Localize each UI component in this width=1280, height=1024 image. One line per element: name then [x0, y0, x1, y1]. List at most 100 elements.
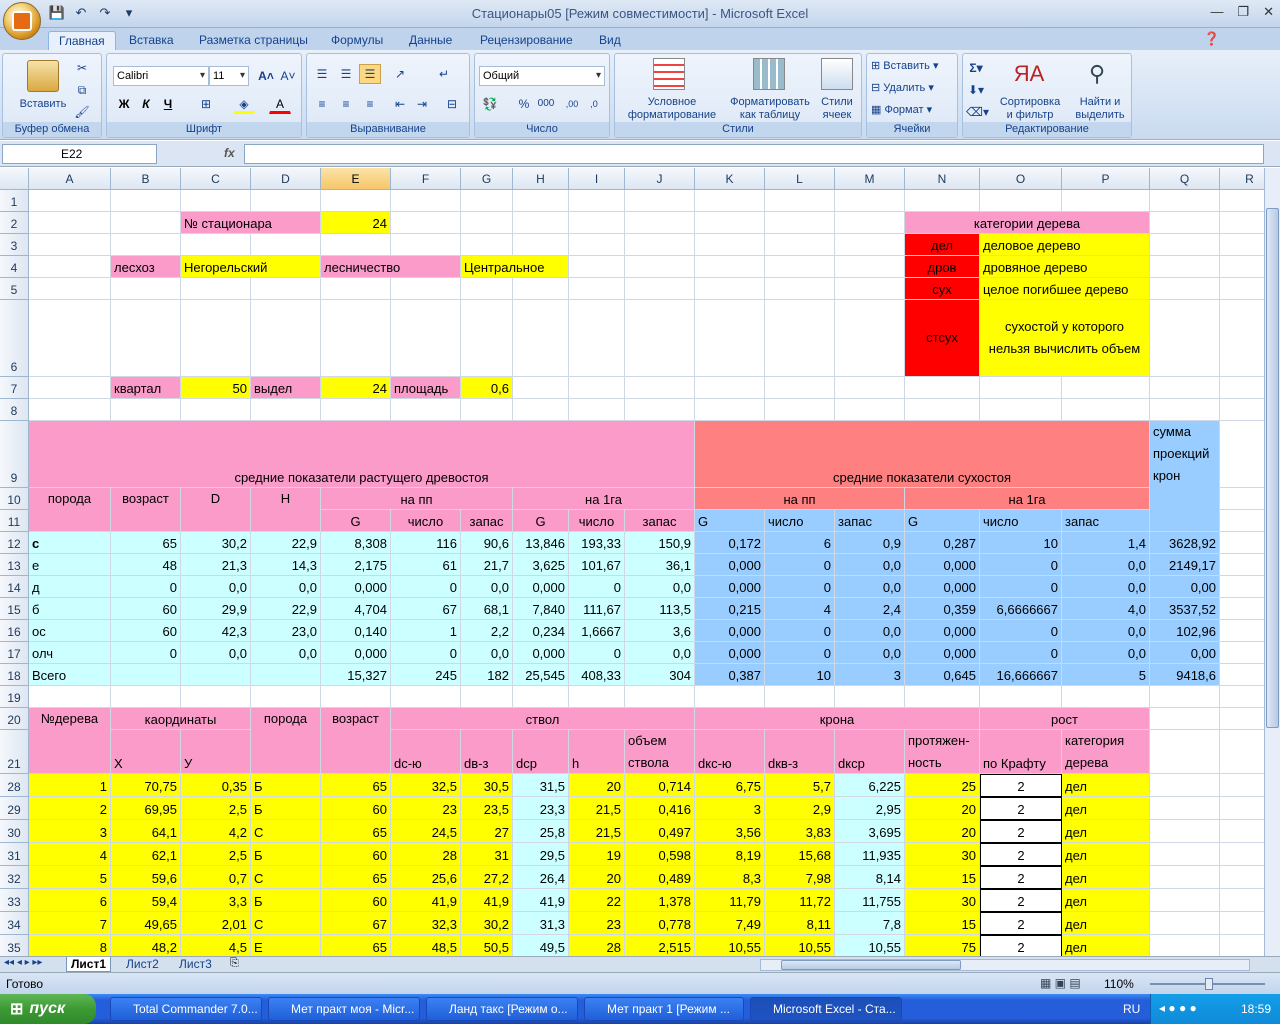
grow-font-icon[interactable]: A˄	[255, 66, 277, 86]
bold-button[interactable]: Ж	[113, 94, 135, 114]
cell-A9[interactable]: средние показатели растущего древостоя	[29, 421, 695, 488]
cell-K2[interactable]	[695, 212, 765, 234]
tree-P32[interactable]: дел	[1062, 866, 1150, 889]
column-header-o[interactable]: O	[980, 168, 1062, 190]
summary-F13[interactable]: 61	[391, 554, 461, 576]
tree-E33[interactable]: 60	[321, 889, 391, 912]
help-icon[interactable]: ❓	[1204, 31, 1220, 47]
row-header-1[interactable]: 1	[0, 190, 29, 212]
summary-I14[interactable]: 0	[569, 576, 625, 598]
tree-C34[interactable]: 2,01	[181, 912, 251, 935]
autosum-icon[interactable]: Σ▾	[965, 58, 987, 78]
tree-L31[interactable]: 15,68	[765, 843, 835, 866]
summary-J18[interactable]: 304	[625, 664, 695, 686]
summary-M14[interactable]: 0,0	[835, 576, 905, 598]
binoculars-icon[interactable]: ⚲	[1081, 58, 1113, 90]
cell-M4[interactable]	[835, 256, 905, 278]
cell-F5[interactable]	[391, 278, 461, 300]
cell-B20[interactable]: каординаты	[111, 708, 251, 730]
row-header-30[interactable]: 30	[0, 820, 29, 843]
cell-E10[interactable]: на пп	[321, 488, 513, 510]
cell-B1[interactable]	[111, 190, 181, 212]
cell-D20[interactable]: порода	[251, 708, 321, 774]
cell-P11[interactable]: запас	[1062, 510, 1150, 532]
tree-M30[interactable]: 3,695	[835, 820, 905, 843]
fx-icon[interactable]: fx	[224, 146, 235, 160]
tab-formulas[interactable]: Формулы	[331, 31, 383, 50]
cell-Q34[interactable]	[1150, 912, 1220, 935]
cell-Q1[interactable]	[1150, 190, 1220, 212]
summary-A14[interactable]: д	[29, 576, 111, 598]
summary-A15[interactable]: б	[29, 598, 111, 620]
cell-K11[interactable]: G	[695, 510, 765, 532]
tree-N28[interactable]: 25	[905, 774, 980, 797]
cell-N21[interactable]: протяжен-ность	[905, 730, 980, 774]
cell-H8[interactable]	[513, 399, 569, 421]
row-header-4[interactable]: 4	[0, 256, 29, 278]
cell-O7[interactable]	[980, 377, 1062, 399]
decrease-decimal-icon[interactable]: ,0	[583, 94, 605, 114]
sheet-tab-3[interactable]: Лист3	[175, 957, 216, 972]
view-buttons-icon[interactable]: ▦ ▣ ▤	[1040, 976, 1081, 990]
cell-Q29[interactable]	[1150, 797, 1220, 820]
cell-H19[interactable]	[513, 686, 569, 708]
horizontal-scrollbar[interactable]	[760, 959, 1250, 971]
conditional-format-button[interactable]: Условное форматирование	[619, 96, 725, 122]
summary-C17[interactable]: 0,0	[181, 642, 251, 664]
cell-A10[interactable]: порода	[29, 488, 111, 532]
align-middle-icon[interactable]: ☰	[335, 64, 357, 84]
sheet-tab-1[interactable]: Лист1	[66, 957, 112, 972]
cell-I21[interactable]: h	[569, 730, 625, 774]
summary-N17[interactable]: 0,000	[905, 642, 980, 664]
cell-P21[interactable]: категория дерева	[1062, 730, 1150, 774]
summary-K18[interactable]: 0,387	[695, 664, 765, 686]
cell-H2[interactable]	[513, 212, 569, 234]
summary-C16[interactable]: 42,3	[181, 620, 251, 642]
thousands-icon[interactable]: 000	[535, 94, 557, 114]
summary-G14[interactable]: 0,0	[461, 576, 513, 598]
cell-Q5[interactable]	[1150, 278, 1220, 300]
cell-L2[interactable]	[765, 212, 835, 234]
tree-E34[interactable]: 67	[321, 912, 391, 935]
tree-H30[interactable]: 25,8	[513, 820, 569, 843]
column-header-d[interactable]: D	[251, 168, 321, 190]
tree-B28[interactable]: 70,75	[111, 774, 181, 797]
tree-N32[interactable]: 15	[905, 866, 980, 889]
cell-A6[interactable]	[29, 300, 111, 377]
font-size-combo[interactable]: 11	[209, 66, 249, 86]
cell-A8[interactable]	[29, 399, 111, 421]
tree-G33[interactable]: 41,9	[461, 889, 513, 912]
row-header-5[interactable]: 5	[0, 278, 29, 300]
summary-J13[interactable]: 36,1	[625, 554, 695, 576]
cell-O19[interactable]	[980, 686, 1062, 708]
tree-A31[interactable]: 4	[29, 843, 111, 866]
tree-N33[interactable]: 30	[905, 889, 980, 912]
summary-L17[interactable]: 0	[765, 642, 835, 664]
cell-E3[interactable]	[321, 234, 391, 256]
cell-A20[interactable]: №дерева	[29, 708, 111, 774]
cell-M2[interactable]	[835, 212, 905, 234]
cell-B5[interactable]	[111, 278, 181, 300]
task-word-2[interactable]: Ланд такс [Режим о...	[426, 997, 578, 1021]
cell-C2[interactable]: № стационара	[181, 212, 321, 234]
align-right-icon[interactable]: ≡	[359, 94, 381, 114]
cell-O8[interactable]	[980, 399, 1062, 421]
task-word-3[interactable]: Мет практ 1 [Режим ...	[584, 997, 744, 1021]
format-cells-button[interactable]: ▦ Формат ▾	[871, 104, 932, 117]
tree-F31[interactable]: 28	[391, 843, 461, 866]
summary-J15[interactable]: 113,5	[625, 598, 695, 620]
summary-D18[interactable]	[251, 664, 321, 686]
cell-O20[interactable]: рост	[980, 708, 1150, 730]
row-header-7[interactable]: 7	[0, 377, 29, 399]
currency-icon[interactable]: 💱	[479, 94, 501, 114]
tab-review[interactable]: Рецензирование	[480, 31, 573, 50]
cell-Q33[interactable]	[1150, 889, 1220, 912]
tree-I29[interactable]: 21,5	[569, 797, 625, 820]
summary-I12[interactable]: 193,33	[569, 532, 625, 554]
tree-M32[interactable]: 8,14	[835, 866, 905, 889]
summary-N13[interactable]: 0,000	[905, 554, 980, 576]
summary-B17[interactable]: 0	[111, 642, 181, 664]
cell-H1[interactable]	[513, 190, 569, 212]
column-header-i[interactable]: I	[569, 168, 625, 190]
tree-I34[interactable]: 23	[569, 912, 625, 935]
